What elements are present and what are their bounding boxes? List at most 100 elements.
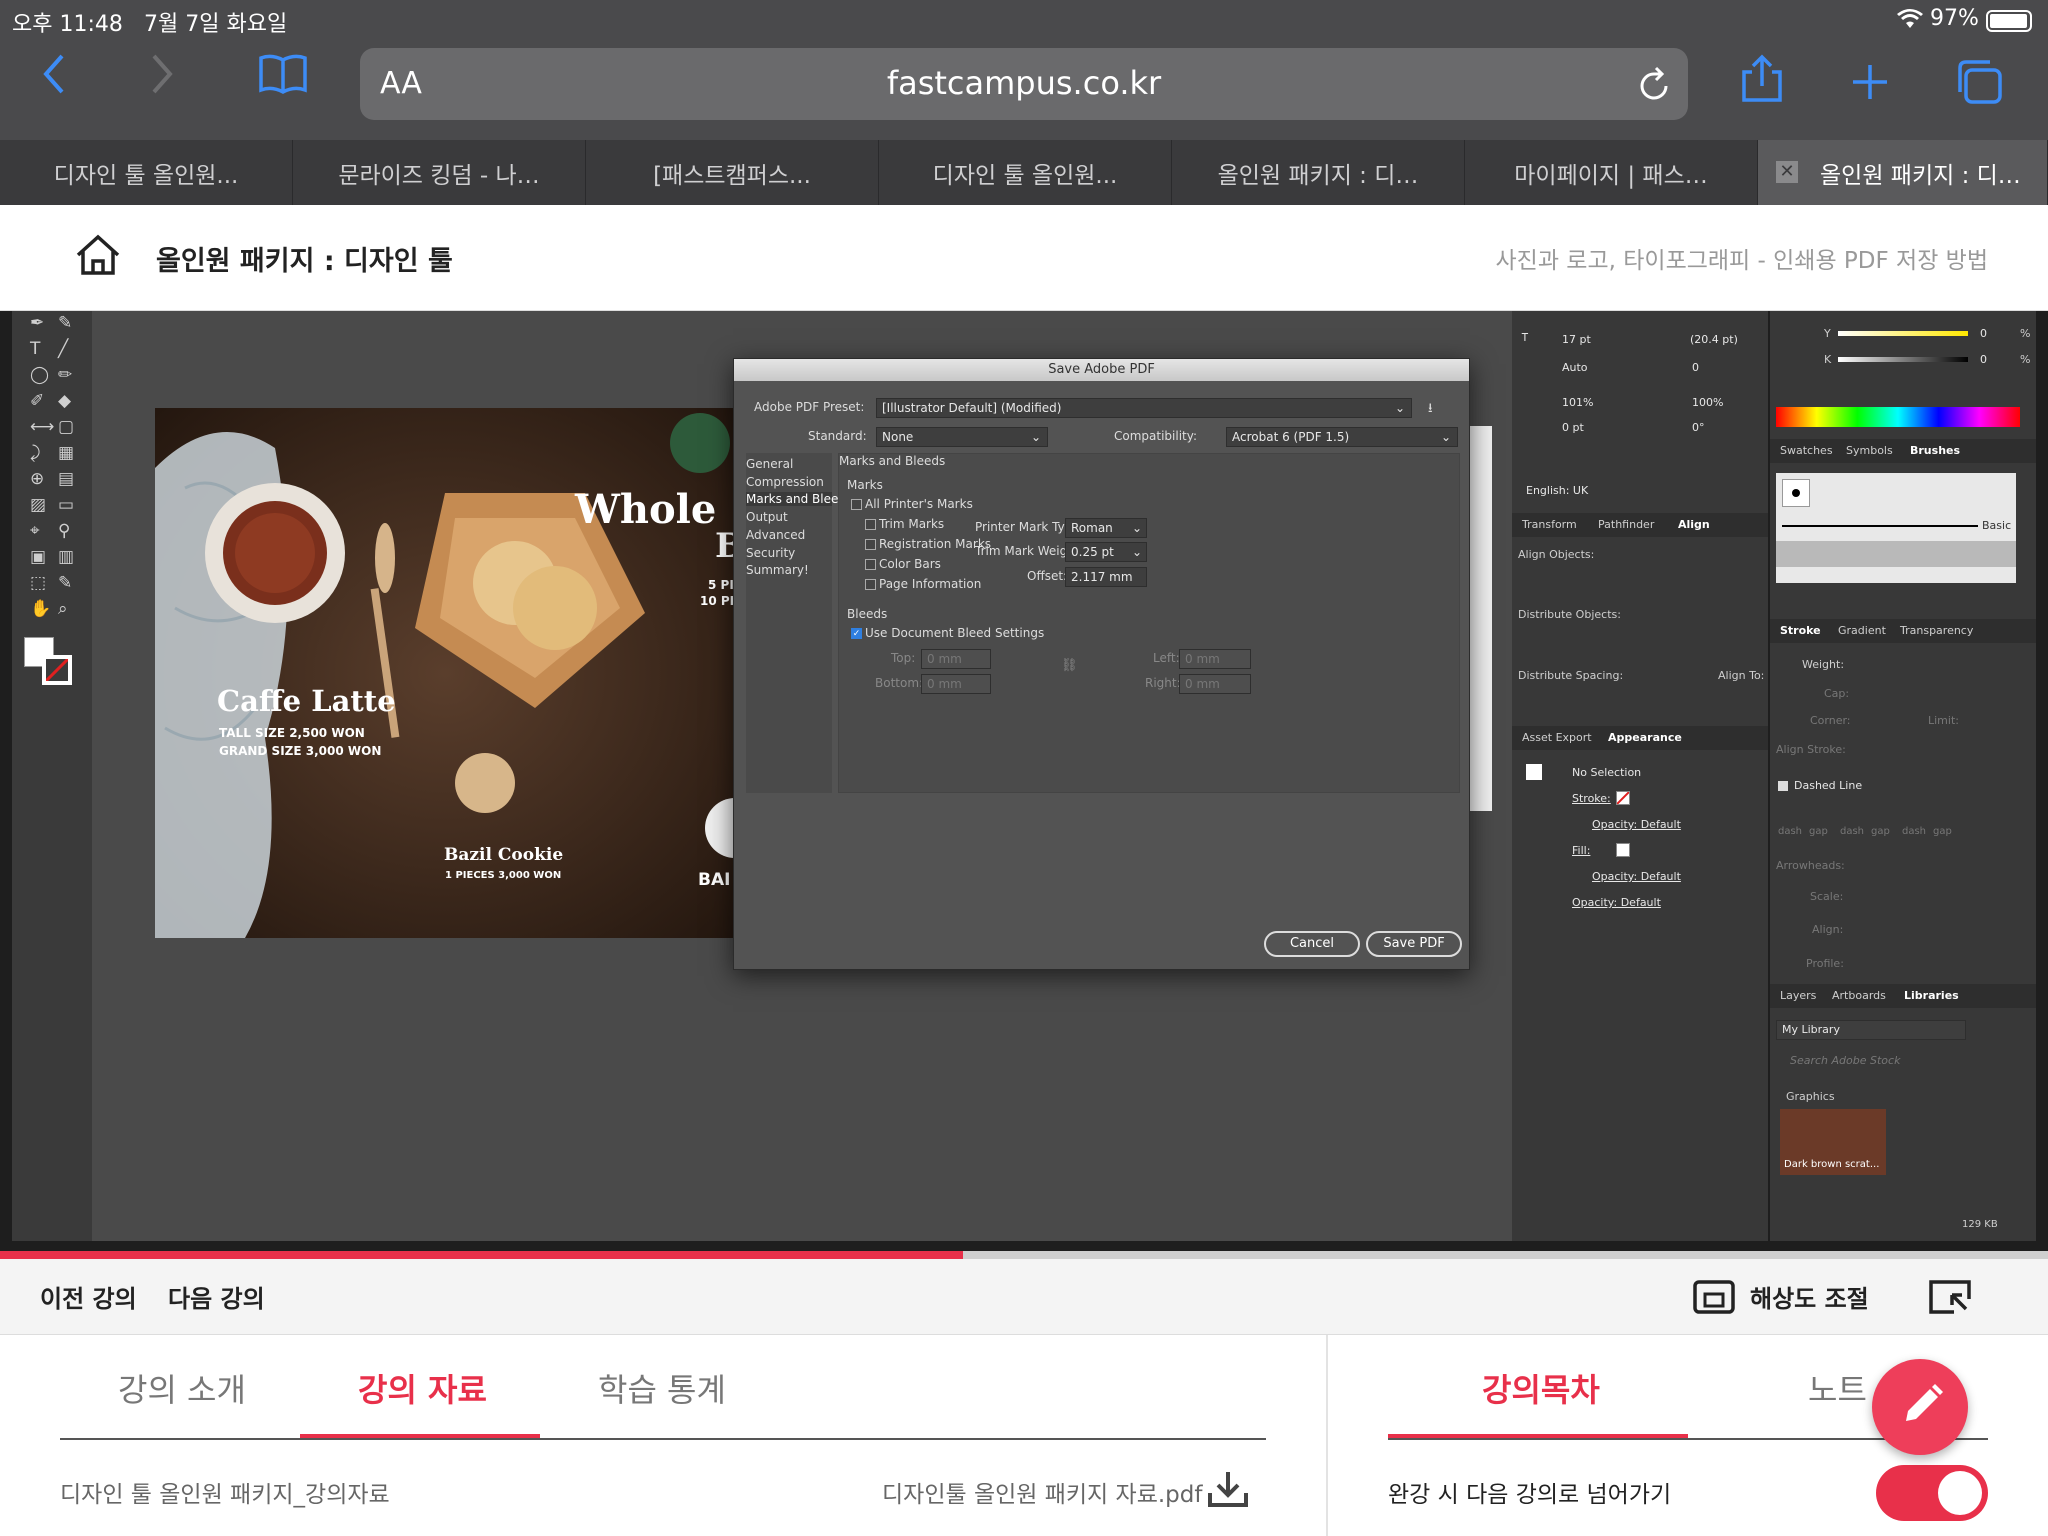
tool-icon[interactable]: ▦: [58, 443, 74, 463]
tab-pathfinder[interactable]: Pathfinder: [1598, 518, 1654, 531]
tool-icon[interactable]: ⤸: [30, 443, 40, 463]
kerning-value[interactable]: Auto: [1562, 361, 1588, 374]
tool-icon[interactable]: ⌖: [30, 521, 40, 541]
tool-icon[interactable]: ⚲: [58, 521, 70, 541]
bleed-bottom-field[interactable]: 0 mm: [921, 674, 991, 694]
resolution-button[interactable]: 해상도 조절: [1750, 1279, 1869, 1314]
stroke-label[interactable]: Stroke:: [1572, 792, 1611, 805]
resolution-icon[interactable]: [1692, 1279, 1736, 1321]
tool-icon[interactable]: ✎: [58, 573, 72, 593]
color-bars-checkbox[interactable]: [865, 559, 876, 570]
dialog-sidebar-item[interactable]: Summary!: [746, 563, 832, 577]
forward-button[interactable]: [148, 52, 176, 104]
tabs-overview-icon[interactable]: [1954, 58, 2004, 114]
picture-in-picture-icon[interactable]: [1928, 1279, 1972, 1321]
tool-icon[interactable]: ✋: [30, 599, 51, 619]
tool-icon[interactable]: ⬚: [30, 573, 46, 593]
language-value[interactable]: English: UK: [1526, 484, 1588, 497]
color-k-value[interactable]: 0: [1980, 353, 1987, 366]
link-icon[interactable]: ⛓: [1061, 658, 1078, 673]
stock-search-input[interactable]: Search Adobe Stock: [1790, 1054, 1900, 1067]
bleed-left-field[interactable]: 0 mm: [1179, 649, 1251, 669]
save-preset-icon[interactable]: ⭳: [1428, 399, 1446, 417]
fill-label[interactable]: Fill:: [1572, 844, 1590, 857]
tool-icon[interactable]: ▣: [30, 547, 46, 567]
browser-tab[interactable]: 디자인 툴 올인원...: [879, 140, 1172, 205]
prev-lecture-button[interactable]: 이전 강의: [40, 1279, 137, 1314]
fill-opacity-label[interactable]: Opacity: Default: [1592, 870, 1681, 883]
tool-icon[interactable]: ◆: [58, 391, 71, 411]
cancel-button[interactable]: Cancel: [1264, 931, 1360, 957]
tab-stroke[interactable]: Stroke: [1780, 624, 1821, 637]
tool-icon[interactable]: ▥: [58, 547, 74, 567]
tab-introduction[interactable]: 강의 소개: [118, 1365, 246, 1411]
all-printers-marks-checkbox[interactable]: [851, 499, 862, 510]
download-icon[interactable]: [1206, 1469, 1250, 1513]
tool-icon[interactable]: ⟷: [30, 417, 54, 437]
offset-field[interactable]: 2.117 mm: [1065, 567, 1147, 587]
dialog-sidebar-item[interactable]: Marks and Bleeds: [746, 492, 852, 507]
basic-brush-stroke[interactable]: [1782, 525, 1978, 527]
reload-icon[interactable]: [1636, 64, 1672, 108]
tab-swatches[interactable]: Swatches: [1780, 444, 1833, 457]
browser-tab[interactable]: 올인원 패키지 : 디…: [1172, 140, 1465, 205]
close-tab-icon[interactable]: ✕: [1776, 161, 1798, 183]
horizontal-scale-value[interactable]: 100%: [1692, 396, 1723, 409]
bookmarks-icon[interactable]: [258, 52, 308, 104]
tab-notes[interactable]: 노트: [1808, 1365, 1867, 1411]
tab-transparency[interactable]: Transparency: [1900, 624, 1973, 637]
page-information-checkbox[interactable]: [865, 579, 876, 590]
font-size-value[interactable]: 17 pt: [1562, 333, 1591, 346]
home-icon[interactable]: [74, 233, 122, 281]
tool-icon[interactable]: ⌕: [58, 599, 68, 619]
registration-marks-checkbox[interactable]: [865, 539, 876, 550]
tab-artboards[interactable]: Artboards: [1832, 989, 1886, 1002]
tool-icon[interactable]: ▨: [30, 495, 46, 515]
tool-icon[interactable]: ✐: [30, 391, 44, 411]
browser-tab[interactable]: 마이페이지 | 패스…: [1465, 140, 1758, 205]
tab-align[interactable]: Align: [1678, 518, 1710, 531]
browser-tab-active[interactable]: ✕ 올인원 패키지 : 디…: [1758, 140, 2048, 205]
mark-weight-dropdown[interactable]: 0.25 pt ⌄: [1065, 542, 1147, 562]
tab-materials[interactable]: 강의 자료: [358, 1365, 487, 1411]
new-tab-icon[interactable]: [1850, 62, 1890, 110]
dialog-sidebar-item[interactable]: Compression: [746, 475, 832, 489]
brush-strip[interactable]: [1776, 541, 2016, 567]
color-spectrum[interactable]: [1776, 407, 2020, 427]
dashed-line-checkbox[interactable]: [1778, 781, 1788, 791]
library-dropdown[interactable]: My Library: [1776, 1020, 1966, 1040]
color-y-value[interactable]: 0: [1980, 327, 1987, 340]
tracking-value[interactable]: 0: [1692, 361, 1699, 374]
tool-icon[interactable]: ▤: [58, 469, 74, 489]
tool-icon[interactable]: ✏: [58, 365, 72, 385]
tool-icon[interactable]: ▭: [58, 495, 74, 515]
tab-brushes[interactable]: Brushes: [1910, 444, 1960, 457]
tool-icon[interactable]: ⊕: [30, 469, 44, 489]
tab-statistics[interactable]: 학습 통계: [598, 1365, 726, 1411]
brush-dot[interactable]: [1782, 479, 1810, 507]
browser-tab[interactable]: [패스트캠퍼스...: [586, 140, 879, 205]
leading-value[interactable]: (20.4 pt): [1690, 333, 1738, 346]
tool-icon[interactable]: ✒: [30, 313, 44, 333]
tab-curriculum[interactable]: 강의목차: [1482, 1365, 1600, 1411]
tool-icon[interactable]: ╱: [58, 339, 68, 359]
bleed-right-field[interactable]: 0 mm: [1179, 674, 1251, 694]
back-button[interactable]: [40, 52, 68, 104]
rotation-value[interactable]: 0°: [1692, 421, 1705, 434]
dialog-sidebar-item[interactable]: General: [746, 457, 832, 471]
tab-gradient[interactable]: Gradient: [1838, 624, 1886, 637]
trim-marks-checkbox[interactable]: [865, 519, 876, 530]
dialog-sidebar-item[interactable]: Output: [746, 510, 832, 524]
write-note-button[interactable]: [1872, 1359, 1968, 1455]
next-lecture-button[interactable]: 다음 강의: [168, 1279, 265, 1314]
brush-library[interactable]: Basic: [1776, 473, 2016, 583]
stroke-swatch-small[interactable]: [1616, 791, 1630, 805]
library-graphic-thumbnail[interactable]: Dark brown scrat...: [1780, 1109, 1886, 1175]
tab-appearance[interactable]: Appearance: [1608, 731, 1682, 744]
fill-swatch-small[interactable]: [1616, 843, 1630, 857]
browser-tab[interactable]: 디자인 툴 올인원...: [0, 140, 293, 205]
use-bleed-checkbox[interactable]: ✓: [851, 628, 862, 639]
save-pdf-button[interactable]: Save PDF: [1366, 931, 1462, 957]
standard-dropdown[interactable]: None ⌄: [876, 427, 1048, 447]
tab-symbols[interactable]: Symbols: [1846, 444, 1893, 457]
